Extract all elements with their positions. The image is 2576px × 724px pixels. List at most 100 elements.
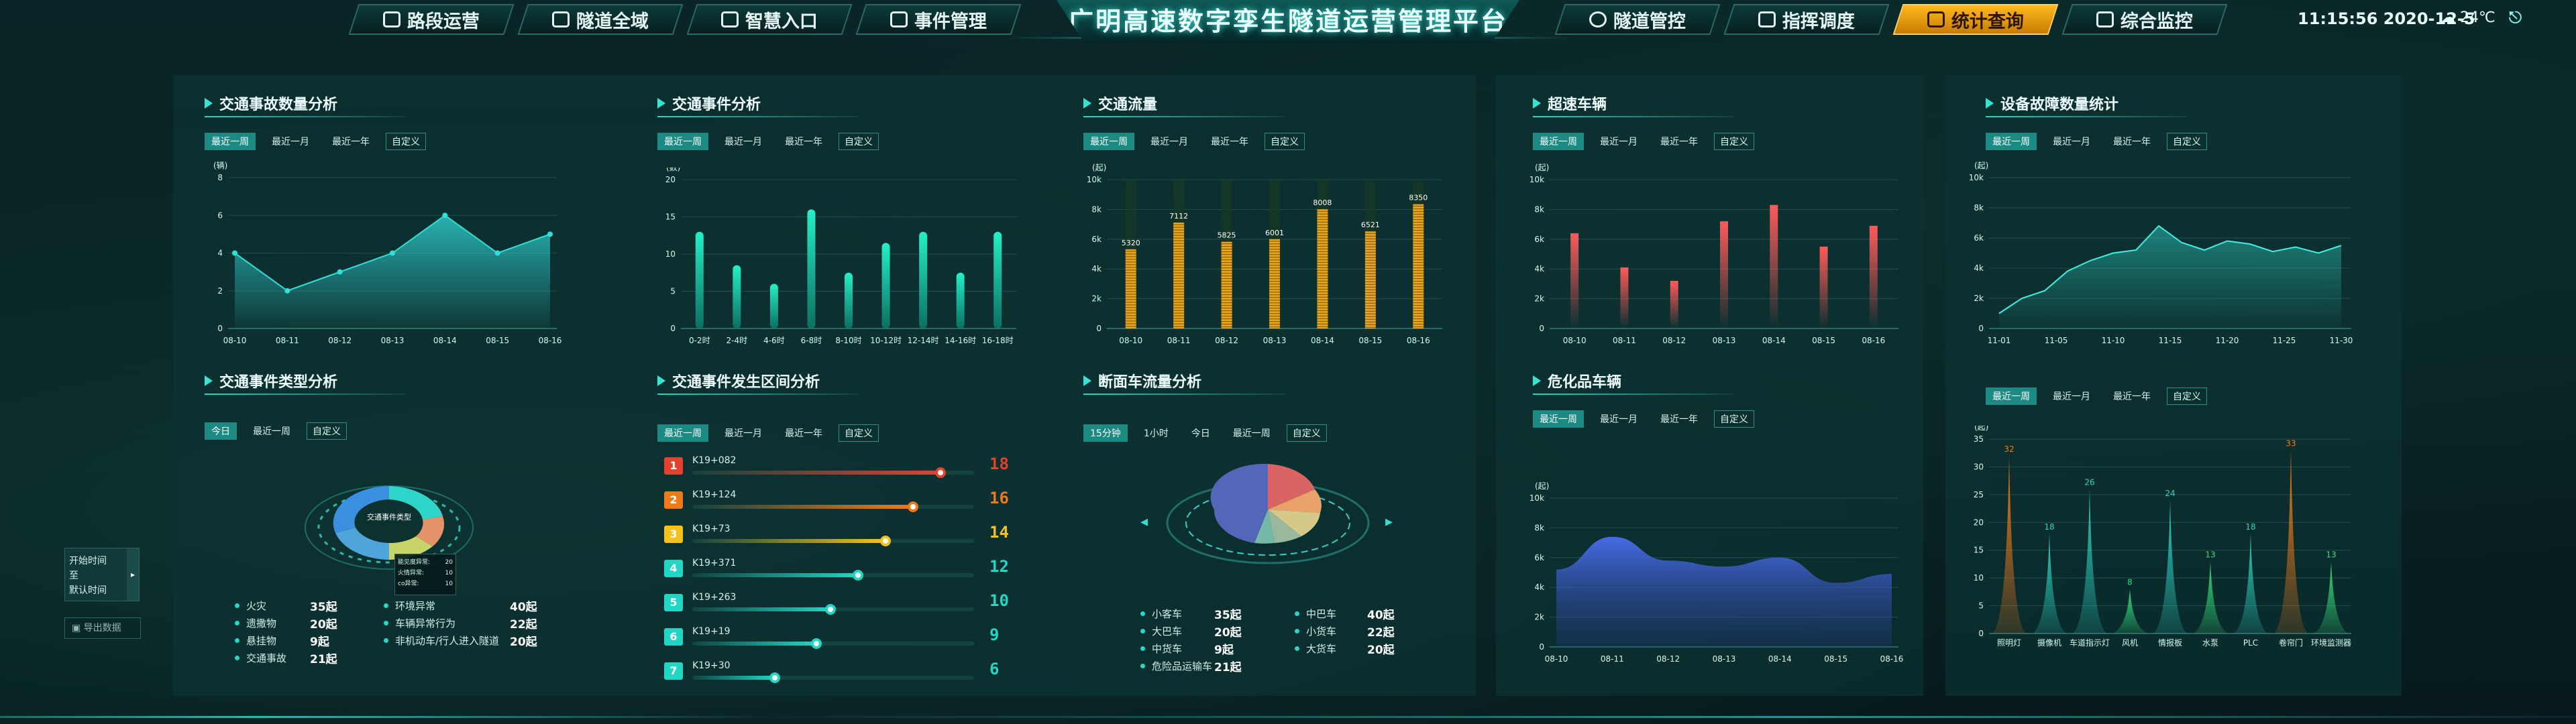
chevron-right-icon[interactable]: ▸ (127, 548, 139, 601)
custom-range-select[interactable]: 自定义 (1714, 410, 1754, 428)
progress-knob[interactable] (935, 467, 946, 478)
x-tick-label: 08-11 (1613, 336, 1636, 345)
custom-range-select[interactable]: 自定义 (2167, 387, 2207, 405)
filter-option[interactable]: 最近一周 (1986, 387, 2037, 405)
legend-item: 小货车 (1295, 624, 1336, 638)
nav-tab-road-ops[interactable]: 路段运营 (348, 4, 515, 35)
nav-tab-tunnel-control[interactable]: 隧道管控 (1554, 4, 1721, 35)
custom-range-select[interactable]: 自定义 (386, 133, 426, 150)
filter-option[interactable]: 最近一年 (778, 424, 829, 442)
y-tick-label: 0 (1978, 324, 1984, 333)
nav-tab-event-mgmt[interactable]: 事件管理 (855, 4, 1022, 35)
progress-knob[interactable] (879, 536, 891, 546)
filter-option[interactable]: 最近一周 (205, 133, 256, 150)
filter-option[interactable]: 最近一周 (246, 422, 297, 440)
exit-icon[interactable]: ⎋ (2509, 8, 2522, 27)
progress-knob[interactable] (907, 501, 918, 512)
end-time-label[interactable]: 默认时间 (69, 583, 135, 598)
custom-range-select[interactable]: 自定义 (839, 424, 879, 442)
legend-item: 小客车 (1140, 607, 1182, 621)
tooltip-row: 火情异常: 10 (398, 570, 453, 577)
legend-dot (1140, 646, 1145, 651)
donut-slice-behavior (335, 528, 389, 560)
filter-option[interactable]: 最近一月 (718, 133, 769, 150)
y-tick-label: 10k (1087, 175, 1102, 184)
filter-option[interactable]: 最近一月 (1593, 410, 1644, 428)
filter-option[interactable]: 今日 (205, 422, 237, 440)
nav-tab-smart-entry[interactable]: 智慧入口 (686, 4, 853, 35)
filter-option[interactable]: 最近一年 (1654, 410, 1705, 428)
data-point (390, 250, 395, 256)
filter-option[interactable]: 最近一年 (1654, 133, 1705, 150)
filter-option[interactable]: 最近一年 (778, 133, 829, 150)
nav-tab-dispatch[interactable]: 指挥调度 (1723, 4, 1890, 35)
filter-option[interactable]: 最近一月 (2046, 133, 2097, 150)
bar (1720, 221, 1728, 328)
custom-range-select[interactable]: 自定义 (839, 133, 879, 150)
panel-title-underline (657, 116, 859, 117)
filter-option[interactable]: 最近一周 (1226, 424, 1277, 442)
filter-option[interactable]: 15分钟 (1083, 424, 1128, 442)
y-tick-label: 8k (1974, 203, 1984, 213)
start-time-label[interactable]: 开始时间 (69, 554, 135, 568)
filter-bar-devices: 最近一周 最近一月 最近一年 自定义 (1986, 387, 2207, 405)
nav-tab-tunnel-global[interactable]: 隧道全域 (517, 4, 684, 35)
progress-track (692, 501, 974, 512)
x-tick-label: 08-13 (1263, 336, 1287, 345)
x-tick-label: 08-10 (1545, 654, 1568, 664)
filter-option[interactable]: 最近一周 (1533, 410, 1584, 428)
filter-option[interactable]: 最近一月 (2046, 387, 2097, 405)
y-tick-label: 10k (1969, 173, 1984, 182)
spike-bar (2193, 561, 2228, 634)
nav-tab-statistics[interactable]: 统计查询 (1892, 4, 2059, 35)
panel-title-faults: 设备故障数量统计 (1986, 93, 2118, 114)
x-tick-label: 08-14 (433, 336, 457, 345)
y-tick-label: 10k (1529, 175, 1544, 184)
bar (1413, 204, 1424, 328)
progress-knob[interactable] (824, 604, 836, 615)
filter-option[interactable]: 最近一年 (2106, 387, 2157, 405)
filter-option[interactable]: 最近一年 (1204, 133, 1255, 150)
filter-option[interactable]: 最近一年 (325, 133, 376, 150)
custom-range-select[interactable]: 自定义 (1265, 133, 1305, 150)
progress-knob[interactable] (811, 638, 822, 649)
filter-option[interactable]: 最近一年 (2106, 133, 2157, 150)
filter-option[interactable]: 最近一周 (657, 133, 708, 150)
legend-dot (1140, 629, 1145, 634)
filter-option[interactable]: 今日 (1185, 424, 1217, 442)
progress-knob[interactable] (852, 570, 863, 581)
legend-item: 中巴车 (1295, 607, 1336, 621)
nav-tab-monitoring[interactable]: 综合监控 (2061, 4, 2228, 35)
x-tick-label: 环境监测器 (2311, 638, 2351, 648)
filter-option[interactable]: 最近一月 (718, 424, 769, 442)
export-button[interactable]: ▣ 导出数据 (64, 617, 141, 639)
flow-chart: 0 2k 4k 6k 8k 10k (起) 5320 7112 5825 6001 8008 6521 8… (1087, 163, 1442, 345)
time-range-box[interactable]: 开始时间 至 默认时间 ▸ (64, 548, 140, 601)
x-tick-label: 08-14 (1762, 336, 1786, 345)
x-tick-label: 08-15 (1824, 654, 1847, 664)
spike-bar (1992, 455, 2027, 634)
y-tick-label: 30 (1974, 462, 1984, 471)
filter-option[interactable]: 1小时 (1137, 424, 1175, 442)
custom-range-select[interactable]: 自定义 (1286, 424, 1327, 442)
legend-value: 21起 (310, 653, 337, 666)
legend-value: 22起 (1367, 626, 1395, 640)
filter-option[interactable]: 最近一月 (265, 133, 316, 150)
filter-option[interactable]: 最近一月 (1593, 133, 1644, 150)
filter-option[interactable]: 最近一周 (1083, 133, 1134, 150)
tunnel-icon (552, 11, 570, 27)
filter-option[interactable]: 最近一周 (1986, 133, 2037, 150)
y-tick-label: 5 (670, 287, 676, 296)
filter-option[interactable]: 最近一周 (1533, 133, 1584, 150)
filter-option[interactable]: 最近一月 (1144, 133, 1195, 150)
custom-range-select[interactable]: 自定义 (2167, 133, 2207, 150)
filter-option[interactable]: 最近一周 (657, 424, 708, 442)
bar (1770, 204, 1778, 328)
x-tick-label: 08-16 (1862, 336, 1885, 345)
filter-bar-faults: 最近一周 最近一月 最近一年 自定义 (1986, 133, 2207, 150)
custom-range-select[interactable]: 自定义 (1714, 133, 1754, 150)
section-label: K19+30 (692, 660, 731, 671)
custom-range-select[interactable]: 自定义 (307, 422, 347, 440)
rank-badge: 4 (664, 560, 683, 577)
x-tick-label: 卷帘门 (2279, 638, 2303, 648)
